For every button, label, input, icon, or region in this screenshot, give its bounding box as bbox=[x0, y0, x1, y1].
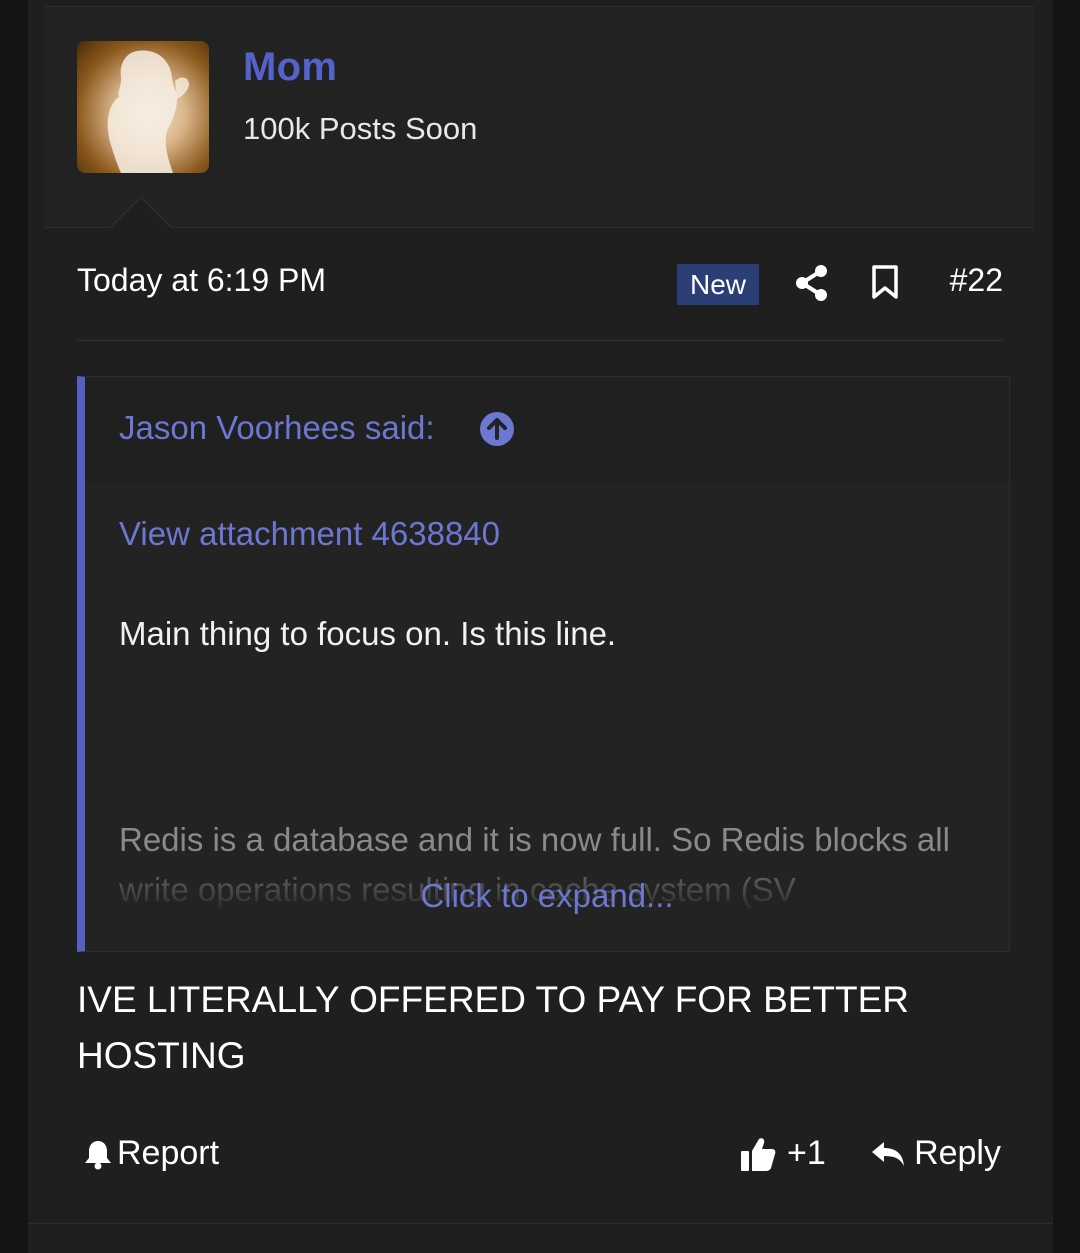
reply-button[interactable]: Reply bbox=[870, 1134, 1001, 1173]
attachment-link[interactable]: View attachment 4638840 bbox=[119, 515, 500, 553]
quote-author[interactable]: Jason Voorhees said: bbox=[119, 409, 435, 447]
avatar[interactable] bbox=[77, 41, 209, 173]
thumbs-up-icon bbox=[741, 1137, 776, 1171]
quote-header: Jason Voorhees said: bbox=[85, 377, 1009, 482]
post-body: IVE LITERALLY OFFERED TO PAY FOR BETTER … bbox=[77, 979, 910, 1076]
like-button[interactable]: +1 bbox=[739, 1134, 826, 1173]
header-notch bbox=[111, 198, 171, 228]
post-meta-row: Today at 6:19 PM New #22 bbox=[77, 252, 1003, 341]
quote-text: Main thing to focus on. Is this line. bbox=[119, 615, 617, 652]
reply-arrow-icon bbox=[872, 1141, 905, 1166]
username[interactable]: Mom bbox=[243, 45, 337, 90]
report-label: Report bbox=[117, 1134, 220, 1172]
report-button[interactable]: Report bbox=[83, 1134, 219, 1173]
bell-icon bbox=[85, 1140, 111, 1169]
post-date[interactable]: Today at 6:19 PM bbox=[77, 262, 326, 299]
new-badge: New bbox=[677, 264, 759, 305]
bookmark-icon[interactable] bbox=[871, 264, 899, 305]
expand-link[interactable]: Click to expand... bbox=[85, 877, 1009, 915]
quote-block: Jason Voorhees said: View attachment 463… bbox=[77, 376, 1010, 952]
like-count: +1 bbox=[787, 1134, 826, 1172]
post-container: Mom 100k Posts Soon Today at 6:19 PM New… bbox=[28, 0, 1053, 1253]
user-header: Mom 100k Posts Soon bbox=[44, 6, 1034, 228]
user-title: 100k Posts Soon bbox=[243, 111, 478, 146]
arrow-up-circle-icon[interactable] bbox=[479, 411, 515, 452]
reply-label: Reply bbox=[914, 1134, 1001, 1172]
share-icon[interactable] bbox=[795, 264, 829, 307]
bottom-divider bbox=[28, 1223, 1053, 1224]
post-footer: Report +1 Reply bbox=[77, 1130, 1001, 1186]
avatar-silhouette-icon bbox=[107, 50, 189, 173]
post-number[interactable]: #22 bbox=[950, 262, 1003, 299]
